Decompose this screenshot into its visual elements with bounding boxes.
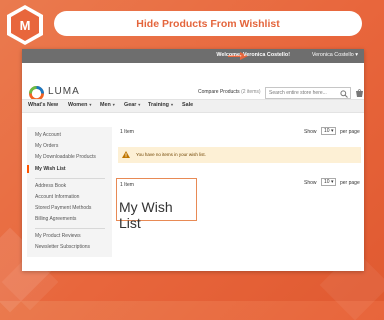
nav-label: Gear bbox=[124, 102, 137, 108]
limiter-select[interactable]: 10 ▾ bbox=[321, 127, 336, 135]
sidebar-divider bbox=[35, 228, 105, 229]
limiter-select[interactable]: 10 ▾ bbox=[321, 178, 336, 186]
store-header: LUMA Compare Products (2 items) Search e… bbox=[22, 63, 364, 103]
warning-icon bbox=[122, 151, 130, 158]
chevron-down-icon: ▾ bbox=[170, 102, 173, 107]
compare-products-link[interactable]: Compare Products (2 items) bbox=[198, 89, 261, 95]
svg-text:M: M bbox=[20, 18, 31, 33]
main-navigation: What's New Women ▾ Men ▾ Gear ▾ Training ▾ S… bbox=[22, 99, 364, 113]
cart-icon[interactable] bbox=[355, 88, 364, 98]
nav-label: What's New bbox=[28, 102, 59, 108]
limiter-value: 10 bbox=[324, 179, 330, 185]
search-input[interactable]: Search entire store here... bbox=[265, 87, 351, 99]
notice-message: You have no items in your wish list. bbox=[136, 152, 206, 157]
nav-item-men[interactable]: Men ▾ bbox=[100, 102, 115, 108]
limiter-label: Show bbox=[304, 180, 317, 186]
nav-item-gear[interactable]: Gear ▾ bbox=[124, 102, 140, 108]
compare-count: (2 items) bbox=[241, 89, 261, 95]
brand-logo-icon: M bbox=[7, 5, 43, 45]
sidebar-item-newsletter-subscriptions[interactable]: Newsletter Subscriptions bbox=[35, 244, 90, 250]
top-bar: Welcome, Veronica Costello! Veronica Cos… bbox=[22, 49, 364, 63]
compare-label: Compare Products bbox=[198, 89, 240, 95]
sidebar-divider bbox=[35, 178, 105, 179]
nav-item-women[interactable]: Women ▾ bbox=[68, 102, 91, 108]
banner-title-text: Hide Products From Wishlist bbox=[136, 17, 280, 30]
nav-item-training[interactable]: Training ▾ bbox=[148, 102, 173, 108]
store-logo-text[interactable]: LUMA bbox=[48, 86, 80, 97]
sidebar-item-address-book[interactable]: Address Book bbox=[35, 183, 66, 189]
limiter-value: 10 bbox=[324, 128, 330, 134]
chevron-down-icon: ▾ bbox=[138, 102, 141, 107]
sidebar-item-account-information[interactable]: Account Information bbox=[35, 194, 79, 200]
search-icon[interactable] bbox=[340, 90, 348, 98]
sidebar-item-product-reviews[interactable]: My Product Reviews bbox=[35, 233, 81, 239]
customer-name: Veronica Costello bbox=[311, 52, 354, 58]
empty-wishlist-notice: You have no items in your wish list. bbox=[118, 147, 361, 163]
sidebar-item-billing-agreements[interactable]: Billing Agreements bbox=[35, 216, 76, 222]
nav-item-whats-new[interactable]: What's New bbox=[28, 102, 58, 108]
wishlist-content: 1 Item Show 10 ▾ per page You have no it… bbox=[116, 127, 362, 267]
nav-label: Women bbox=[68, 102, 88, 108]
page-title: My Wish List bbox=[119, 199, 173, 231]
chevron-down-icon: ▾ bbox=[112, 102, 115, 107]
per-page-label: per page bbox=[340, 129, 360, 135]
browser-screenshot: Welcome, Veronica Costello! Veronica Cos… bbox=[22, 49, 364, 271]
per-page-label: per page bbox=[340, 180, 360, 186]
nav-label: Men bbox=[100, 102, 111, 108]
highlight-box: 1 Item My Wish List bbox=[116, 178, 197, 231]
active-indicator bbox=[27, 165, 29, 173]
welcome-message: Welcome, Veronica Costello! bbox=[216, 52, 290, 58]
account-sidebar: My Account My Orders My Downloadable Pro… bbox=[27, 127, 112, 257]
banner-title: Hide Products From Wishlist bbox=[54, 11, 362, 36]
limiter-label: Show bbox=[304, 129, 317, 135]
toolbar-amount: 1 Item bbox=[120, 129, 134, 135]
toolbar-amount: 1 Item bbox=[120, 182, 134, 188]
customer-menu[interactable]: Veronica Costello ▾ bbox=[312, 52, 358, 58]
sidebar-item-my-orders[interactable]: My Orders bbox=[35, 143, 58, 149]
sidebar-item-my-wish-list[interactable]: My Wish List bbox=[35, 166, 66, 172]
nav-label: Sale bbox=[182, 102, 194, 108]
nav-item-sale[interactable]: Sale bbox=[182, 102, 193, 108]
sidebar-item-stored-payment-methods[interactable]: Stored Payment Methods bbox=[35, 205, 91, 211]
sidebar-item-downloadable-products[interactable]: My Downloadable Products bbox=[35, 154, 96, 160]
nav-label: Training bbox=[148, 102, 169, 108]
sidebar-item-my-account[interactable]: My Account bbox=[35, 132, 61, 138]
chevron-down-icon: ▾ bbox=[89, 102, 92, 107]
